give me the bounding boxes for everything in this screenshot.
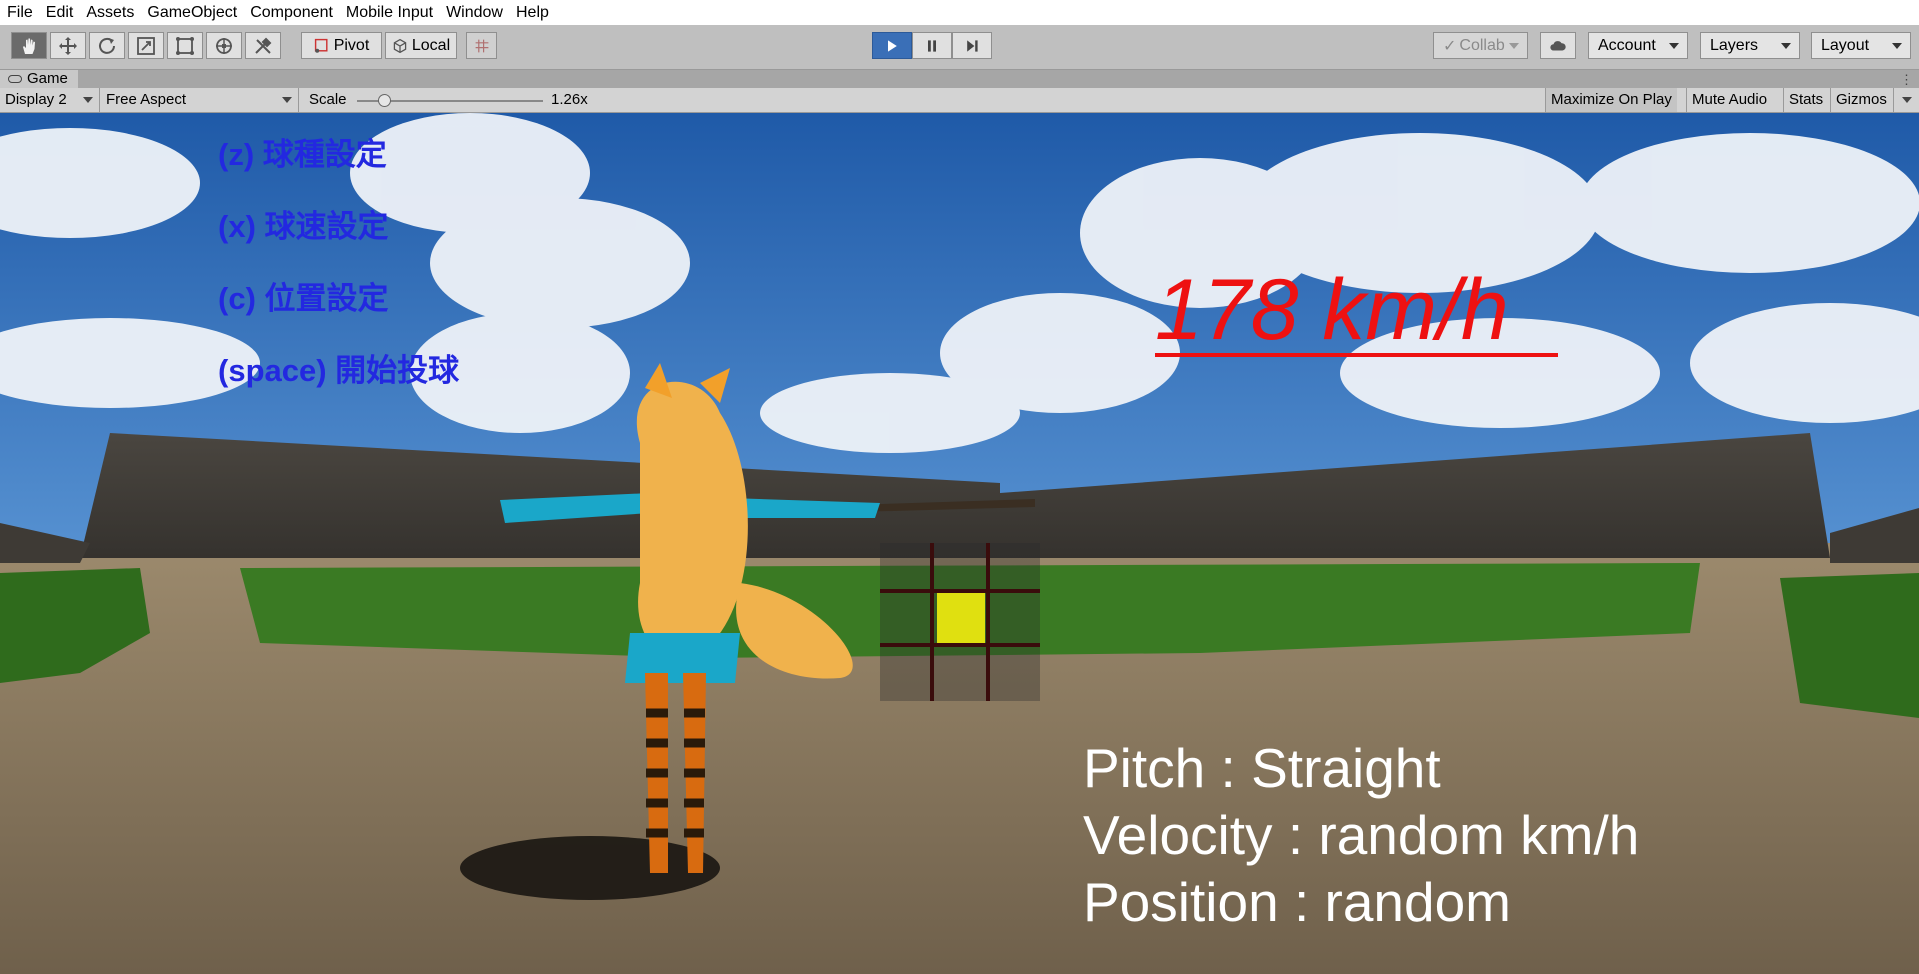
check-icon: ✓ bbox=[1443, 37, 1457, 55]
gizmos-toggle[interactable]: Gizmos bbox=[1830, 88, 1892, 112]
account-label: Account bbox=[1598, 36, 1656, 54]
pitch-type-readout: Pitch : Straight bbox=[1083, 737, 1441, 799]
play-icon bbox=[888, 39, 897, 52]
menu-window[interactable]: Window bbox=[439, 0, 509, 25]
menu-edit[interactable]: Edit bbox=[39, 0, 80, 25]
scale-tool-button[interactable] bbox=[128, 32, 164, 59]
chevron-down-icon bbox=[1902, 97, 1912, 103]
cloud-icon bbox=[1550, 40, 1566, 50]
menu-bar: File Edit Assets GameObject Component Mo… bbox=[0, 0, 1919, 25]
pause-button[interactable] bbox=[912, 32, 952, 59]
control-hint-start-pitch: (space) 開始投球 bbox=[218, 353, 460, 388]
game-tab-bar: Game ⋮ bbox=[0, 70, 1919, 88]
game-viewport[interactable]: (z) 球種設定 (x) 球速設定 (c) 位置設定 (space) 開始投球 … bbox=[0, 113, 1919, 974]
layers-dropdown[interactable]: Layers bbox=[1700, 32, 1800, 59]
local-toggle[interactable]: Local bbox=[385, 32, 457, 59]
grid-snap-icon bbox=[475, 39, 488, 52]
maximize-on-play-toggle[interactable]: Maximize On Play bbox=[1545, 88, 1677, 112]
gamepad-icon bbox=[8, 75, 22, 83]
grass-right bbox=[1780, 573, 1919, 718]
chevron-down-icon bbox=[1669, 43, 1679, 49]
step-button[interactable] bbox=[952, 32, 992, 59]
display-dropdown[interactable]: Display 2 bbox=[0, 88, 100, 112]
control-hint-position: (c) 位置設定 bbox=[218, 281, 389, 316]
tab-game[interactable]: Game bbox=[0, 70, 78, 88]
rect-tool-button[interactable] bbox=[167, 32, 203, 59]
hand-tool-button[interactable] bbox=[11, 32, 47, 59]
transform-tool-button[interactable] bbox=[206, 32, 242, 59]
tab-game-label: Game bbox=[27, 70, 68, 87]
menu-component[interactable]: Component bbox=[243, 0, 339, 25]
menu-file[interactable]: File bbox=[0, 0, 39, 25]
collab-label: Collab bbox=[1459, 36, 1505, 54]
pitch-speed-display: 178 km/h bbox=[1155, 262, 1509, 358]
scale-slider-thumb[interactable] bbox=[378, 94, 392, 107]
layout-dropdown[interactable]: Layout bbox=[1811, 32, 1911, 59]
rect-icon bbox=[176, 36, 194, 55]
local-icon bbox=[393, 38, 407, 53]
chevron-down-icon bbox=[1781, 43, 1791, 49]
chevron-down-icon bbox=[83, 97, 93, 103]
hand-icon bbox=[23, 38, 35, 54]
position-readout: Position : random bbox=[1083, 871, 1511, 933]
menu-mobile-input[interactable]: Mobile Input bbox=[339, 0, 439, 25]
mute-audio-toggle[interactable]: Mute Audio bbox=[1686, 88, 1773, 112]
scale-icon bbox=[137, 36, 155, 55]
pivot-label: Pivot bbox=[333, 36, 370, 54]
tools-icon bbox=[255, 37, 272, 54]
aspect-dropdown[interactable]: Free Aspect bbox=[101, 88, 299, 112]
game-control-bar: Display 2 Free Aspect Scale 1.26x Maximi… bbox=[0, 88, 1919, 113]
pivot-icon bbox=[314, 38, 328, 53]
kebab-menu-icon[interactable]: ⋮ bbox=[1900, 72, 1913, 88]
step-icon bbox=[967, 39, 978, 52]
account-dropdown[interactable]: Account bbox=[1588, 32, 1688, 59]
rotate-tool-button[interactable] bbox=[89, 32, 125, 59]
control-hint-pitch-speed: (x) 球速設定 bbox=[218, 209, 389, 244]
layers-label: Layers bbox=[1710, 36, 1759, 54]
move-tool-button[interactable] bbox=[50, 32, 86, 59]
custom-tool-button[interactable] bbox=[245, 32, 281, 59]
cloud-button[interactable] bbox=[1540, 32, 1576, 59]
strike-zone bbox=[880, 543, 1040, 701]
toolbar: Pivot Local ✓ Collab Account Layers Layo… bbox=[0, 25, 1919, 70]
velocity-readout: Velocity : random km/h bbox=[1083, 804, 1640, 866]
chevron-down-icon bbox=[1509, 43, 1519, 49]
collab-dropdown[interactable]: ✓ Collab bbox=[1433, 32, 1528, 59]
display-label: Display 2 bbox=[5, 91, 67, 108]
menu-gameobject[interactable]: GameObject bbox=[140, 0, 243, 25]
layout-label: Layout bbox=[1821, 36, 1870, 54]
scale-label: Scale bbox=[309, 91, 347, 108]
transform-icon bbox=[216, 37, 232, 54]
aspect-label: Free Aspect bbox=[106, 91, 187, 108]
pivot-toggle[interactable]: Pivot bbox=[301, 32, 382, 59]
control-hint-pitch-type: (z) 球種設定 bbox=[218, 137, 387, 172]
pause-icon bbox=[928, 39, 936, 52]
scale-value: 1.26x bbox=[551, 91, 588, 108]
chevron-down-icon bbox=[282, 97, 292, 103]
local-label: Local bbox=[411, 36, 451, 54]
play-button[interactable] bbox=[872, 32, 912, 59]
rotate-icon bbox=[99, 37, 115, 54]
player-shadow bbox=[460, 836, 720, 900]
menu-assets[interactable]: Assets bbox=[79, 0, 140, 25]
gizmos-dropdown[interactable] bbox=[1893, 88, 1919, 112]
stats-toggle[interactable]: Stats bbox=[1783, 88, 1829, 112]
chevron-down-icon bbox=[1892, 43, 1902, 49]
speed-underline bbox=[1155, 353, 1558, 357]
menu-help[interactable]: Help bbox=[509, 0, 555, 25]
move-icon bbox=[59, 36, 77, 55]
snap-grid-button[interactable] bbox=[466, 32, 497, 59]
